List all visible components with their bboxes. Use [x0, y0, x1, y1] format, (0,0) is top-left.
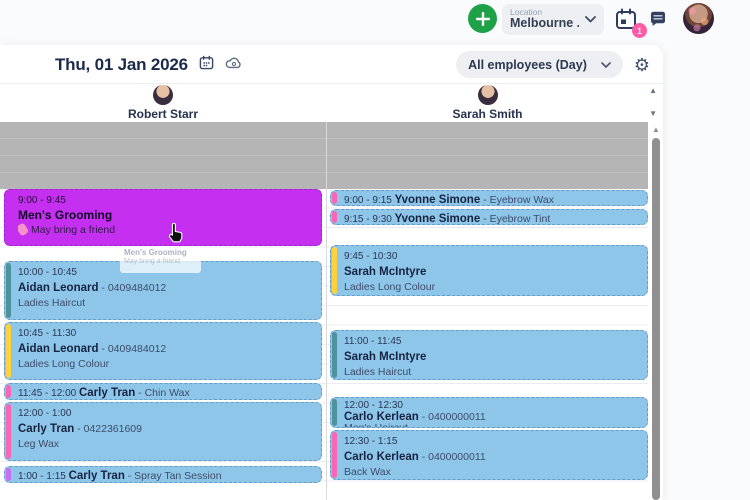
employees-filter-dropdown[interactable]: All employees (Day) [456, 51, 623, 78]
category-color-bar [332, 192, 337, 204]
scrollbar-thumb[interactable] [652, 138, 660, 500]
header-scroll-up-icon[interactable]: ▲ [649, 87, 657, 95]
notification-badge: 1 [632, 23, 647, 38]
date-picker-icon[interactable] [199, 55, 214, 75]
scroll-up-icon[interactable]: ▲ [652, 126, 660, 134]
appointments-column: 9:00 - 9:45Men's GroomingMay bring a fri… [4, 122, 322, 500]
topbar: Location Melbourne ... 1 [0, 0, 750, 45]
chevron-down-icon [585, 16, 596, 23]
appointment[interactable]: 12:00 - 12:30Carlo Kerlean - 0400000011M… [330, 397, 648, 428]
appointment[interactable]: 12:30 - 1:15Carlo Kerlean - 0400000011Ba… [330, 430, 648, 480]
cloud-sync-icon[interactable] [225, 56, 242, 74]
appointment[interactable]: 11:45 - 12:00 Carly Tran - Chin Wax [4, 383, 322, 400]
calendar-toolbar: Thu, 01 Jan 2026 All employees (Da [0, 45, 663, 84]
calendar-body: 9:00 - 9:45Men's GroomingMay bring a fri… [0, 122, 663, 500]
chevron-down-icon [601, 62, 611, 68]
appointment[interactable]: 10:45 - 11:30Aidan Leonard - 0409484012L… [4, 322, 322, 380]
category-color-bar [332, 432, 337, 478]
employee-avatar [153, 85, 173, 105]
appointment[interactable]: 9:15 - 9:30 Yvonne Simone - Eyebrow Tint [330, 209, 648, 225]
category-color-bar [332, 332, 337, 378]
appointment[interactable]: 9:00 - 9:15 Yvonne Simone - Eyebrow Wax [330, 190, 648, 206]
category-color-bar [6, 404, 11, 459]
appointment[interactable]: 1:00 - 1:15 Carly Tran - Spray Tan Sessi… [4, 466, 322, 483]
calendar-notifications-button[interactable]: 1 [614, 7, 638, 31]
employee-name: Robert Starr [128, 107, 198, 121]
employee-column-header[interactable]: Sarah Smith [327, 84, 648, 122]
category-color-bar [332, 247, 337, 294]
category-color-bar [332, 399, 337, 426]
calendar-panel: Thu, 01 Jan 2026 All employees (Da [0, 45, 663, 500]
header-scroll-down-icon[interactable]: ▼ [649, 110, 657, 118]
category-color-bar [6, 263, 11, 318]
chat-icon [648, 9, 668, 29]
appointment[interactable]: 11:00 - 11:45Sarah McIntyreLadies Haircu… [330, 330, 648, 380]
employee-column-header[interactable]: Robert Starr [0, 84, 326, 122]
drag-ghost-preview: Men's Grooming May bring a friend [120, 246, 201, 273]
appointment[interactable]: 9:00 - 9:45Men's GroomingMay bring a fri… [4, 189, 322, 246]
drag-ghost-note: May bring a friend [124, 257, 197, 266]
drag-ghost-title: Men's Grooming [124, 248, 197, 257]
settings-gear-icon[interactable]: ⚙ [634, 56, 650, 74]
category-color-bar [332, 211, 337, 223]
user-avatar[interactable] [683, 3, 714, 34]
category-color-bar [6, 324, 11, 378]
column-divider [326, 122, 327, 500]
location-value: Melbourne ... [510, 17, 579, 30]
add-button[interactable] [468, 4, 497, 33]
appointments-column: 9:00 - 9:15 Yvonne Simone - Eyebrow Wax 9… [330, 122, 648, 500]
category-color-bar [6, 385, 11, 398]
location-select[interactable]: Location Melbourne ... [502, 4, 604, 35]
date-title: Thu, 01 Jan 2026 [55, 55, 188, 75]
employee-name: Sarah Smith [452, 107, 522, 121]
appointment[interactable]: 9:45 - 10:30Sarah McIntyreLadies Long Co… [330, 245, 648, 296]
employees-filter-value: All employees (Day) [468, 58, 587, 72]
employee-header-row: Robert Starr Sarah Smith ▲ ▼ [0, 84, 663, 122]
plus-icon [476, 12, 490, 26]
category-color-bar [6, 468, 11, 481]
employee-avatar [478, 85, 498, 105]
chat-button[interactable] [648, 9, 668, 29]
note-tag-icon [18, 222, 29, 236]
appointment[interactable]: 12:00 - 1:00Carly Tran - 0422361609Leg W… [4, 402, 322, 461]
